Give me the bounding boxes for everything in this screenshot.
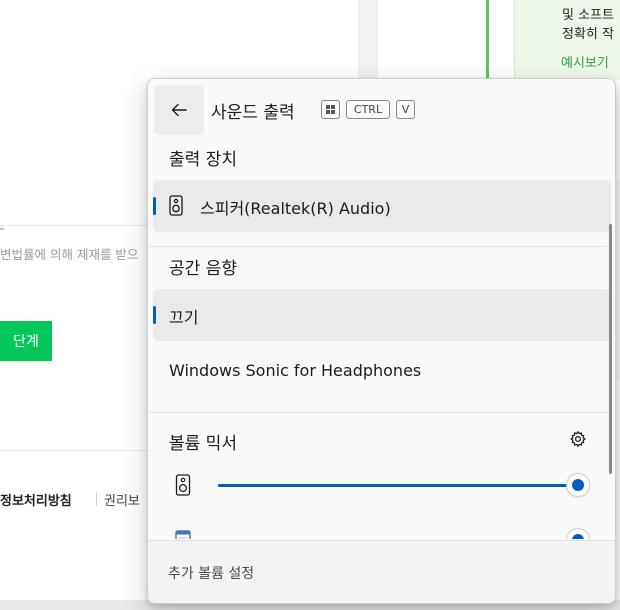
arrow-left-icon — [171, 103, 187, 117]
spatial-sound-heading: 공간 음향 — [169, 259, 237, 279]
spatial-sound-windows-sonic[interactable]: Windows Sonic for Headphones — [153, 346, 611, 398]
gear-icon[interactable] — [569, 430, 587, 448]
background-divider — [0, 450, 150, 451]
output-devices-heading: 출력 장치 — [169, 150, 237, 170]
background-document — [0, 225, 150, 610]
background-ruler: ═ — [0, 225, 5, 233]
windows-key-icon — [321, 100, 340, 119]
back-button[interactable] — [154, 85, 204, 135]
selected-indicator — [153, 306, 156, 324]
background-info-line-2: 정확히 작 — [562, 27, 614, 42]
slider-fill — [218, 484, 578, 487]
background-panel — [378, 0, 486, 80]
selected-indicator — [153, 197, 156, 215]
speaker-icon — [169, 195, 183, 216]
sound-output-flyout: 사운드 출력 CTRL V 출력 장치 스피커(Realtek(R) Audio… — [147, 78, 616, 604]
section-divider — [148, 412, 607, 413]
background-accent-line — [486, 0, 489, 80]
master-volume-slider[interactable] — [218, 474, 589, 496]
more-volume-settings-link[interactable]: 추가 볼륨 설정 — [168, 563, 254, 583]
background-info-line-1: 및 소프트 — [562, 8, 614, 23]
slider-thumb[interactable] — [567, 474, 589, 496]
output-device-label: 스피커(Realtek(R) Audio) — [200, 199, 391, 218]
spatial-sound-off[interactable]: 끄기 — [153, 289, 611, 341]
flyout-scrollbar[interactable] — [609, 224, 612, 474]
v-key-badge: V — [396, 100, 415, 119]
background-footer-separator — [96, 492, 97, 506]
background-rights-link[interactable]: 권리보 — [104, 490, 140, 509]
ctrl-key-badge: CTRL — [346, 100, 390, 119]
volume-mixer-heading: 볼륨 믹서 — [169, 434, 237, 454]
flyout-header: 사운드 출력 CTRL V — [148, 79, 615, 139]
flyout-scroll-area: 출력 장치 스피커(Realtek(R) Audio) 공간 음향 끄기 Win… — [148, 139, 615, 539]
flyout-title: 사운드 출력 — [211, 103, 295, 123]
background-step-button[interactable]: 단계 — [0, 321, 52, 361]
speaker-icon — [175, 474, 191, 496]
app-window-icon — [175, 530, 191, 539]
background-privacy-link[interactable]: 정보처리방침 — [0, 490, 72, 509]
flyout-footer: 추가 볼륨 설정 — [148, 540, 615, 603]
volume-slider-row-app — [148, 523, 615, 539]
volume-slider-row-speaker — [148, 468, 615, 508]
slider-thumb[interactable] — [567, 529, 589, 539]
background-doc-text: 변법률에 의해 제재를 받으 — [0, 247, 139, 262]
output-device-speaker[interactable]: 스피커(Realtek(R) Audio) — [153, 180, 611, 232]
background-example-link[interactable]: 예시보기 — [561, 52, 609, 71]
spatial-sound-sonic-label: Windows Sonic for Headphones — [169, 361, 422, 380]
spatial-sound-off-label: 끄기 — [169, 308, 199, 327]
section-divider — [148, 246, 607, 247]
